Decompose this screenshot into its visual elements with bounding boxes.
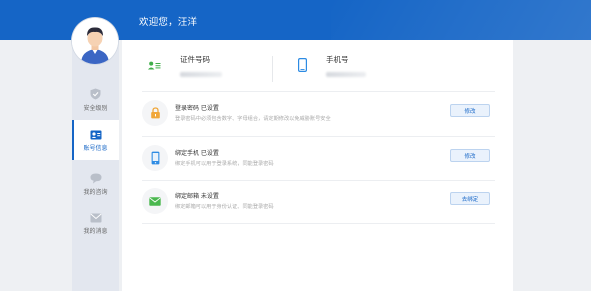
id-number-value-redacted [180, 72, 222, 77]
top-bar-decoration [331, 0, 591, 40]
account-info-row: 证件号码 手机号 [142, 52, 494, 86]
bind-email-button[interactable]: 去绑定 [450, 192, 490, 205]
modify-phone-button[interactable]: 修改 [450, 149, 490, 162]
mail-icon-circle [142, 188, 168, 214]
envelope-icon [90, 213, 101, 223]
security-item-title: 绑定手机 已设置 [175, 150, 219, 157]
sidebar-item-label: 账号信息 [83, 145, 108, 152]
security-item-title: 绑定邮箱 未设置 [175, 193, 219, 200]
security-item-password: 登录密码 已设置 登录密码中必须包含数字、字母组合，请定期修改以免威胁账号安全 … [142, 100, 494, 130]
security-item-description: 绑定手机可以用于登录系统，同能登录密码 [175, 161, 274, 167]
lock-icon-circle [142, 100, 168, 126]
id-card-icon [90, 130, 101, 140]
section-divider [142, 136, 495, 137]
section-divider [142, 180, 495, 181]
security-item-description: 登录密码中必须包含数字、字母组合，请定期修改以免威胁账号安全 [175, 116, 331, 122]
user-avatar-icon [72, 18, 118, 64]
sidebar-item-my-consultation[interactable]: 我的咨询 [72, 173, 119, 203]
phone-value-redacted [326, 72, 366, 77]
phone-icon-circle [142, 145, 168, 171]
modify-password-button[interactable]: 修改 [450, 104, 490, 117]
lock-icon [150, 107, 160, 119]
welcome-text: 欢迎您，汪洋 [139, 17, 198, 28]
id-number-label: 证件号码 [180, 55, 210, 64]
phone-block: 手机号 [298, 52, 418, 86]
id-user-icon [148, 61, 161, 70]
security-item-title: 登录密码 已设置 [175, 105, 219, 112]
id-number-block: 证件号码 [148, 52, 258, 86]
shield-icon [90, 88, 101, 100]
mail-icon [149, 196, 161, 206]
sidebar-item-label: 安全级别 [83, 105, 108, 112]
security-item-phone: 绑定手机 已设置 绑定手机可以用于登录系统，同能登录密码 修改 [142, 145, 494, 175]
section-divider [142, 223, 495, 224]
section-divider [142, 91, 495, 92]
sidebar-item-account-info[interactable]: 账号信息 [72, 120, 119, 160]
sidebar-item-label: 我的消息 [83, 228, 108, 235]
security-item-description: 绑定邮箱可以用于身份认证、同能登录密码 [175, 204, 274, 210]
divider [272, 56, 273, 82]
security-item-email: 绑定邮箱 未设置 绑定邮箱可以用于身份认证、同能登录密码 去绑定 [142, 188, 494, 218]
phone-icon [151, 151, 159, 165]
mobile-phone-icon [298, 58, 307, 72]
sidebar-item-label: 我的咨询 [83, 189, 108, 196]
chat-bubble-icon [90, 173, 101, 184]
avatar [72, 18, 118, 64]
phone-label: 手机号 [326, 55, 349, 64]
sidebar-item-security-level[interactable]: 安全级别 [72, 88, 119, 118]
sidebar-item-my-messages[interactable]: 我的消息 [72, 213, 119, 243]
sidebar [72, 40, 119, 291]
